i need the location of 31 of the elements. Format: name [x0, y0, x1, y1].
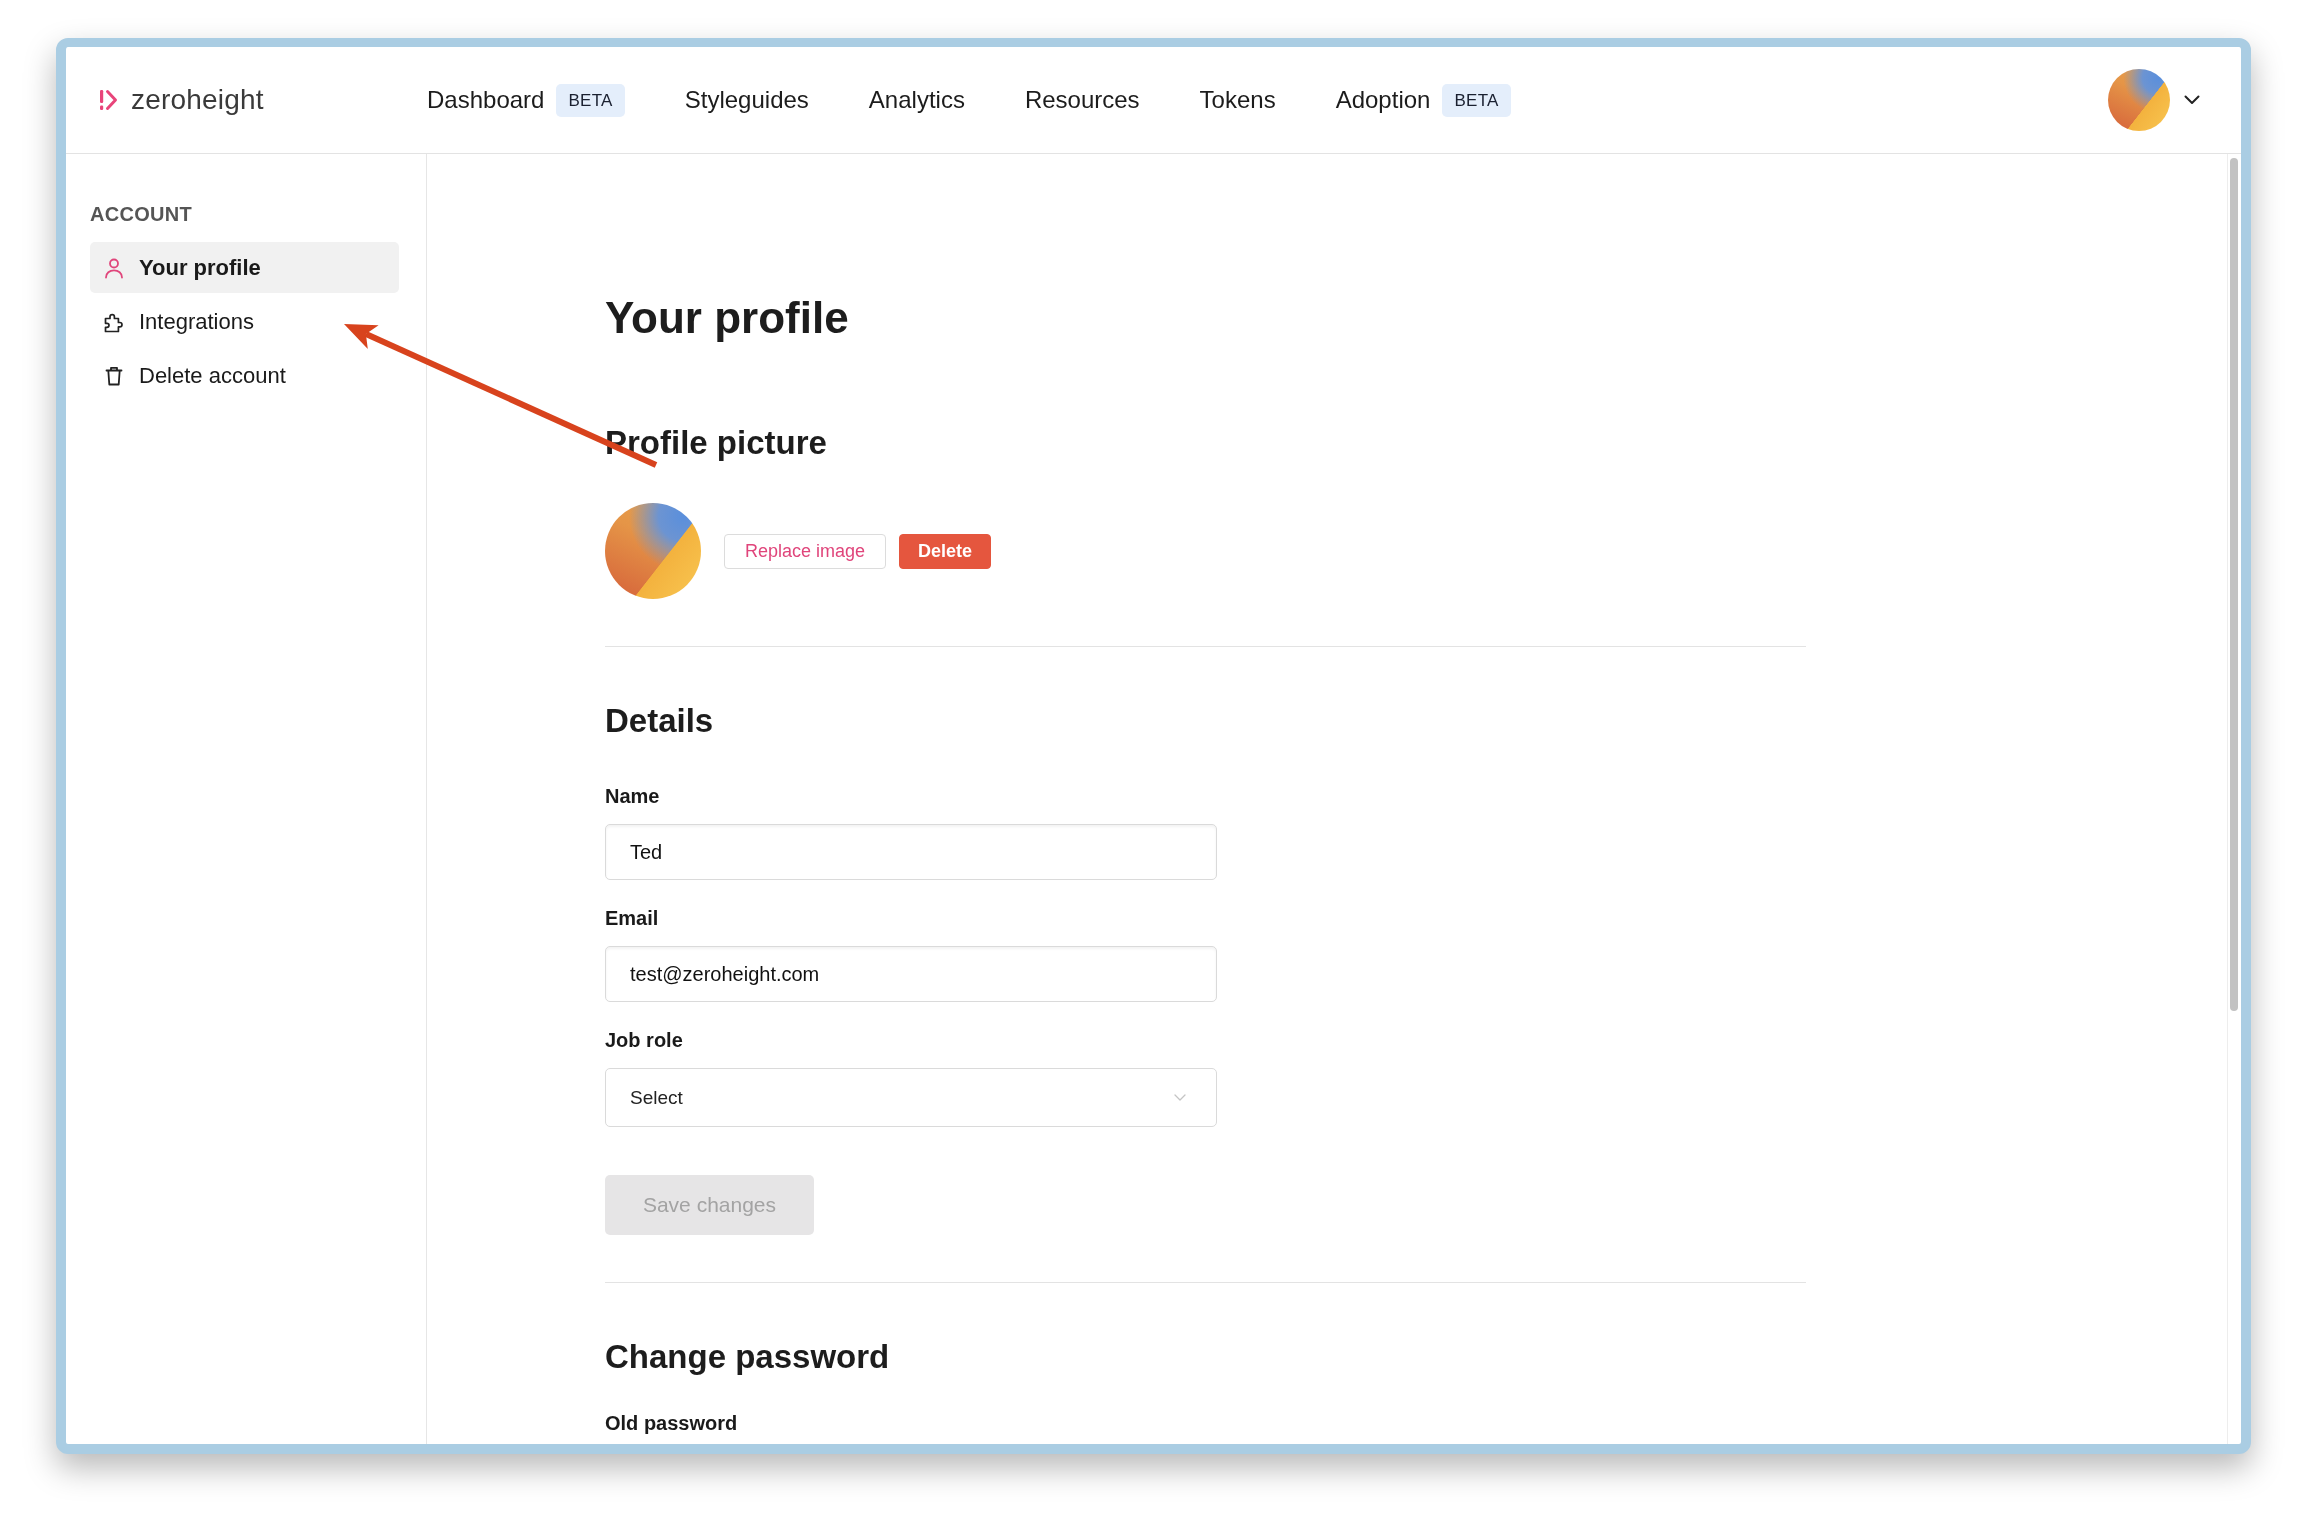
page-title: Your profile: [605, 292, 850, 344]
section-heading: Details: [605, 701, 715, 741]
nav-link[interactable]: Adoption: [1335, 86, 1431, 114]
nav-link[interactable]: Analytics: [868, 86, 965, 114]
sidebar-item[interactable]: Integrations: [90, 296, 399, 347]
logo-icon[interactable]: [100, 89, 118, 111]
nav-badge: BETA: [556, 83, 625, 117]
chevron-down-icon: [1174, 1094, 1186, 1101]
sidebar-item[interactable]: Delete account: [90, 350, 399, 401]
person-icon: [103, 256, 125, 279]
scrollbar-thumb[interactable]: [2230, 158, 2238, 1011]
field-label: Job role: [605, 1028, 684, 1052]
section-heading: Change password: [605, 1337, 891, 1377]
logo-text[interactable]: zeroheight: [131, 84, 264, 116]
delete-button[interactable]: Delete: [899, 533, 992, 569]
trash-icon: [103, 364, 125, 387]
nav-link[interactable]: Dashboard: [427, 86, 545, 114]
nav-link[interactable]: Tokens: [1199, 86, 1276, 114]
outline-button[interactable]: Replace image: [724, 533, 887, 569]
nav-badge: BETA: [1442, 83, 1511, 117]
sidebar-heading: ACCOUNT: [90, 202, 194, 226]
nav-link[interactable]: Styleguides: [684, 86, 809, 114]
field-label: Name: [605, 784, 661, 808]
nav-link[interactable]: Resources: [1024, 86, 1140, 114]
chevron-down-icon[interactable]: [2184, 95, 2200, 105]
field-label: Old password: [605, 1411, 739, 1435]
field-label: Email: [605, 906, 660, 930]
text-input[interactable]: test@zeroheight.com: [605, 946, 1217, 1002]
select-dropdown[interactable]: Select: [605, 1068, 1217, 1127]
text-input[interactable]: Ted: [605, 824, 1217, 880]
sidebar-item[interactable]: Your profile: [90, 242, 399, 293]
